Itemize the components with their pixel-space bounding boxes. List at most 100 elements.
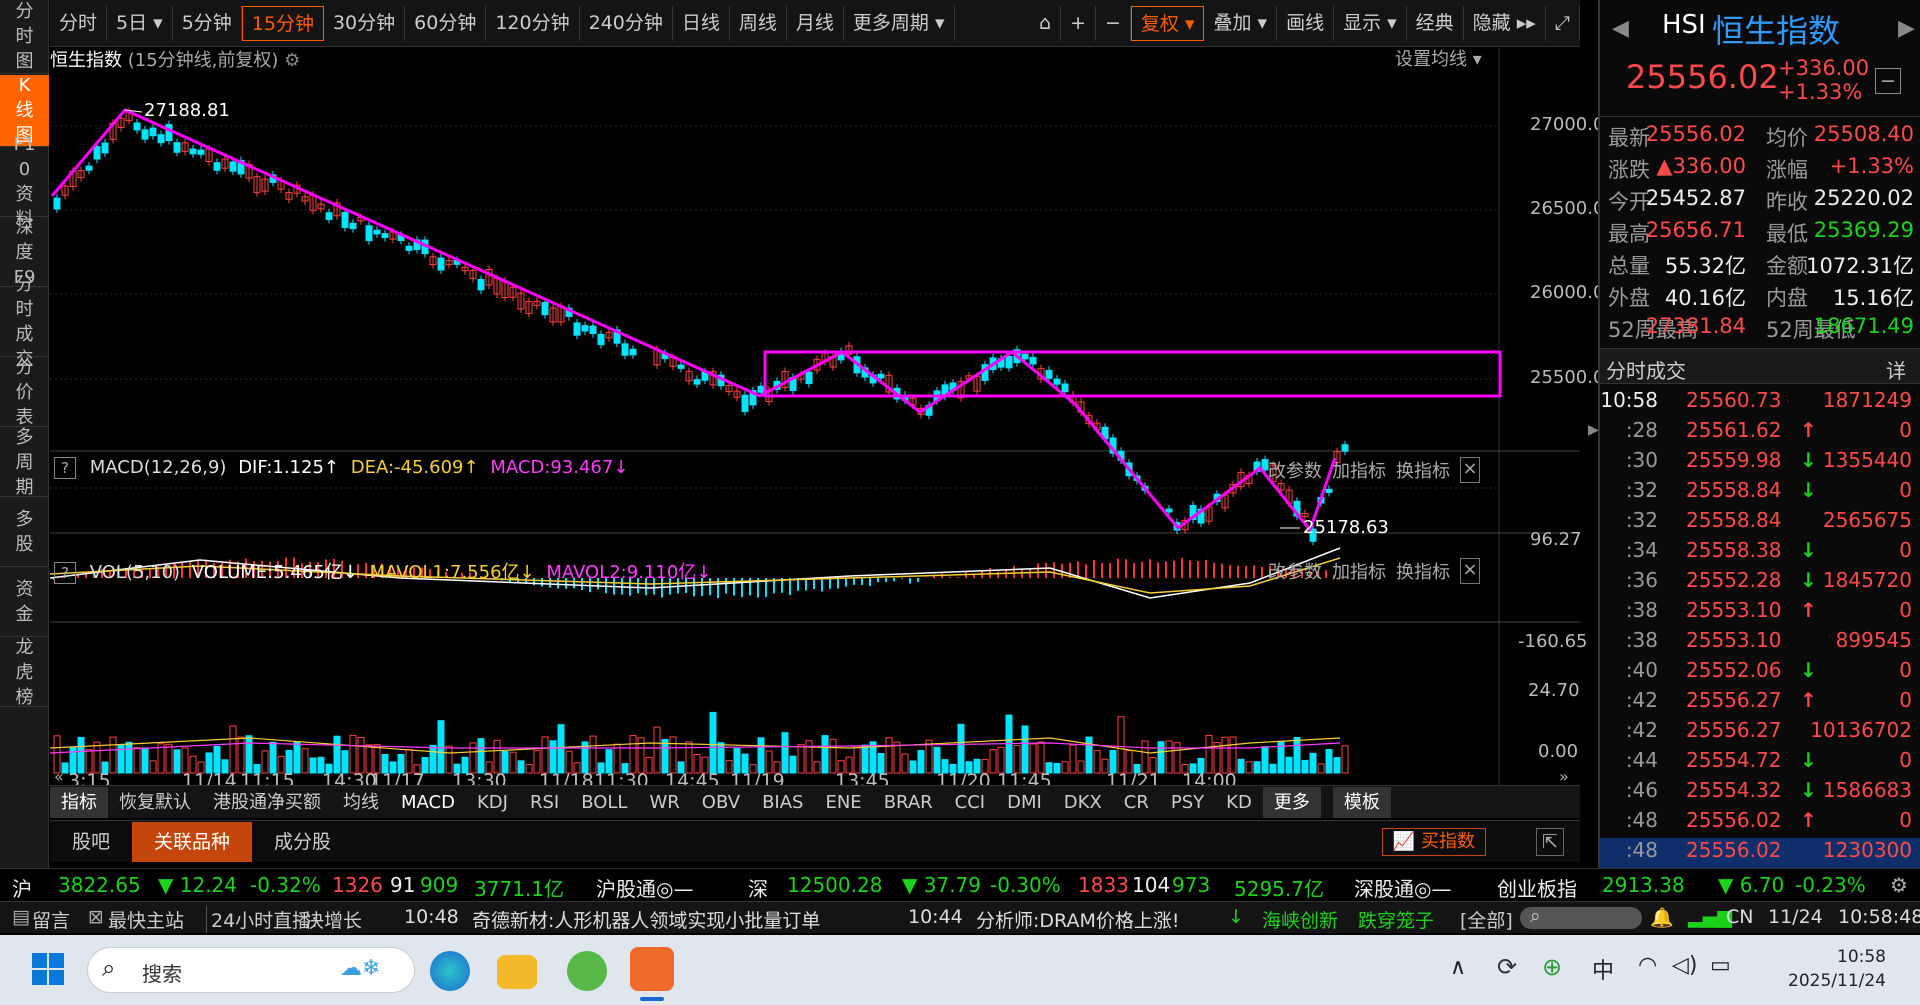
tick-row[interactable]: :36 25552.28 ↓ 1845720 bbox=[1600, 568, 1920, 598]
close-icon[interactable]: × bbox=[1460, 558, 1480, 584]
close-icon[interactable]: × bbox=[1460, 457, 1480, 483]
tick-row[interactable]: :38 25553.10 899545 bbox=[1600, 628, 1920, 658]
indicator-tab-17[interactable]: PSY bbox=[1160, 787, 1215, 818]
period-tab-4[interactable]: 30分钟 bbox=[324, 5, 406, 41]
windows-start-icon[interactable] bbox=[30, 951, 70, 991]
tick-row[interactable]: :32 25558.84 2565675 bbox=[1600, 508, 1920, 538]
settings-gear-icon[interactable]: ⚙ bbox=[1890, 873, 1908, 897]
indicator-tab-7[interactable]: BOLL bbox=[570, 787, 638, 818]
indicator-tab-12[interactable]: BRAR bbox=[873, 787, 944, 818]
news-stock-link[interactable]: 海峡创新 bbox=[1262, 906, 1338, 933]
sub-tab-1[interactable]: 关联品种 bbox=[132, 821, 253, 862]
tick-row[interactable]: :40 25552.06 ↓ 0 bbox=[1600, 658, 1920, 688]
zoom-out-icon[interactable]: − bbox=[1096, 5, 1131, 41]
next-stock-icon[interactable]: ▶ bbox=[1898, 16, 1915, 41]
indicator-tab-4[interactable]: MACD bbox=[390, 787, 466, 818]
tick-row[interactable]: :28 25561.62 ↑ 0 bbox=[1600, 418, 1920, 448]
security-icon[interactable]: ⊕ bbox=[1542, 953, 1562, 981]
toolbar-button-0[interactable]: 复权 ▾ bbox=[1130, 5, 1205, 41]
period-tab-6[interactable]: 120分钟 bbox=[486, 5, 580, 41]
indicator-tab-2[interactable]: 港股通净买额 bbox=[202, 787, 332, 818]
panel-action-1[interactable]: 加指标 bbox=[1332, 457, 1386, 483]
help-icon[interactable]: ? bbox=[54, 562, 76, 584]
kline-chart[interactable]: 恒生指数 (15分钟线,前复权) ⚙ 设置均线 ▾ 27188.81 25178… bbox=[50, 48, 1604, 792]
indicator-tab-5[interactable]: KDJ bbox=[466, 787, 519, 818]
news-stock-link[interactable]: 跌穿笼子 bbox=[1358, 906, 1434, 933]
scroll-left-icon[interactable]: « bbox=[54, 767, 64, 786]
sub-tab-2[interactable]: 成分股 bbox=[252, 822, 353, 862]
expand-arrow-icon[interactable]: ▶ bbox=[1588, 422, 1599, 438]
taskbar-search-box[interactable]: ⌕ 搜索 ☁❄ bbox=[87, 947, 415, 993]
lock-icon[interactable]: ⌂ bbox=[1030, 5, 1062, 41]
tick-row[interactable]: :38 25553.10 ↑ 0 bbox=[1600, 598, 1920, 628]
export-icon[interactable]: ⇱ bbox=[1536, 827, 1564, 856]
server-link[interactable]: 最快主站 bbox=[108, 906, 184, 933]
server-icon[interactable]: ⊠ bbox=[88, 906, 104, 928]
tick-row[interactable]: :44 25554.72 ↓ 0 bbox=[1600, 748, 1920, 778]
left-nav-item-4[interactable]: 分时成交 bbox=[0, 274, 49, 370]
tick-row[interactable]: :30 25559.98 ↓ 1355440 bbox=[1600, 448, 1920, 478]
tick-row[interactable]: :46 25554.32 ↓ 1586683 bbox=[1600, 778, 1920, 808]
sync-icon[interactable]: ⟳ bbox=[1497, 953, 1517, 981]
live-label[interactable]: 24小时直播: bbox=[206, 906, 318, 933]
edge-browser-icon[interactable] bbox=[430, 951, 470, 991]
ticks-detail-button[interactable]: 详 bbox=[1886, 355, 1906, 384]
toolbar-button-5[interactable]: 隐藏 ▸▸ bbox=[1464, 5, 1546, 41]
tick-row[interactable]: :42 25556.27 ↑ 0 bbox=[1600, 688, 1920, 718]
help-icon[interactable]: ? bbox=[54, 457, 76, 479]
tray-expand-icon[interactable]: ∧ bbox=[1450, 955, 1466, 980]
period-tab-7[interactable]: 240分钟 bbox=[580, 5, 673, 41]
collapse-icon[interactable]: − bbox=[1875, 68, 1901, 94]
tick-row[interactable]: :42 25556.27 10136702 bbox=[1600, 718, 1920, 748]
left-nav-item-2[interactable]: F10 资料 bbox=[0, 134, 49, 230]
panel-action-0[interactable]: 改参数 bbox=[1268, 457, 1322, 483]
sub-tab-0[interactable]: 股吧 bbox=[50, 822, 132, 862]
news-item[interactable]: 奇德新材:人形机器人领域实现小批量订单 bbox=[472, 906, 820, 933]
indicator-tab-14[interactable]: DMI bbox=[996, 787, 1053, 818]
indicator-tab-16[interactable]: CR bbox=[1113, 787, 1160, 818]
clock-time[interactable]: 10:58 bbox=[1826, 947, 1886, 967]
clock-date[interactable]: 2025/11/24 bbox=[1762, 971, 1886, 991]
indicator-tab-9[interactable]: OBV bbox=[691, 787, 751, 818]
news-item[interactable]: 分析师:DRAM价格上涨! bbox=[976, 906, 1179, 933]
ime-indicator[interactable]: 中 bbox=[1592, 953, 1614, 985]
toolbar-button-2[interactable]: 画线 bbox=[1277, 5, 1335, 41]
panel-action-1[interactable]: 加指标 bbox=[1332, 558, 1386, 584]
toolbar-button-4[interactable]: 经典 bbox=[1407, 5, 1464, 41]
volume-icon[interactable]: ◁) bbox=[1672, 953, 1698, 978]
message-icon[interactable]: ▤ bbox=[12, 906, 30, 928]
period-tab-1[interactable]: 5日 ▾ bbox=[107, 5, 173, 41]
sz-index-field[interactable]: 深股通◎— bbox=[1354, 873, 1451, 902]
tick-row[interactable]: 10:58 25560.73 1871249 bbox=[1600, 388, 1920, 418]
left-nav-item-5[interactable]: 分价表 bbox=[0, 357, 49, 428]
news-stock-link[interactable]: [全部] bbox=[1460, 906, 1513, 933]
indicator-tab-20[interactable]: 模板 bbox=[1332, 786, 1391, 818]
trading-app-icon[interactable] bbox=[630, 947, 674, 991]
scroll-right-icon[interactable]: » bbox=[1559, 767, 1569, 786]
app-e-icon[interactable] bbox=[567, 951, 607, 991]
period-tab-0[interactable]: 分时 bbox=[50, 5, 108, 41]
indicator-tab-6[interactable]: RSI bbox=[519, 787, 570, 818]
left-nav-item-9[interactable]: 龙虎榜 bbox=[0, 637, 49, 708]
buy-index-button[interactable]: 📈 买指数 bbox=[1381, 827, 1486, 856]
tick-row[interactable]: :48 25556.02 ↑ 0 bbox=[1600, 808, 1920, 838]
indicator-tab-0[interactable]: 指标 bbox=[50, 786, 108, 818]
panel-action-0[interactable]: 改参数 bbox=[1268, 558, 1322, 584]
fullscreen-icon[interactable]: ⤢ bbox=[1546, 5, 1580, 41]
period-tab-5[interactable]: 60分钟 bbox=[405, 5, 487, 41]
range-box-drawing[interactable] bbox=[763, 350, 1502, 398]
period-tab-8[interactable]: 日线 bbox=[673, 5, 730, 41]
tick-row[interactable]: :48 25556.02 1230300 bbox=[1600, 838, 1920, 868]
indicator-tab-10[interactable]: BIAS bbox=[751, 787, 814, 818]
indicator-tab-19[interactable]: 更多 bbox=[1262, 786, 1321, 818]
toolbar-button-3[interactable]: 显示 ▾ bbox=[1334, 5, 1407, 41]
news-item[interactable]: 10:48 bbox=[404, 906, 459, 928]
left-nav-item-7[interactable]: 多股 bbox=[0, 498, 49, 567]
period-tab-11[interactable]: 更多周期 ▾ bbox=[844, 5, 955, 41]
period-tab-3[interactable]: 15分钟 bbox=[241, 5, 324, 41]
indicator-tab-3[interactable]: 均线 bbox=[332, 787, 390, 818]
indicator-tab-11[interactable]: ENE bbox=[814, 787, 872, 818]
wifi-icon[interactable]: ◠ bbox=[1638, 953, 1657, 978]
chart-canvas[interactable] bbox=[50, 48, 1580, 785]
indicator-tab-8[interactable]: WR bbox=[638, 787, 690, 818]
